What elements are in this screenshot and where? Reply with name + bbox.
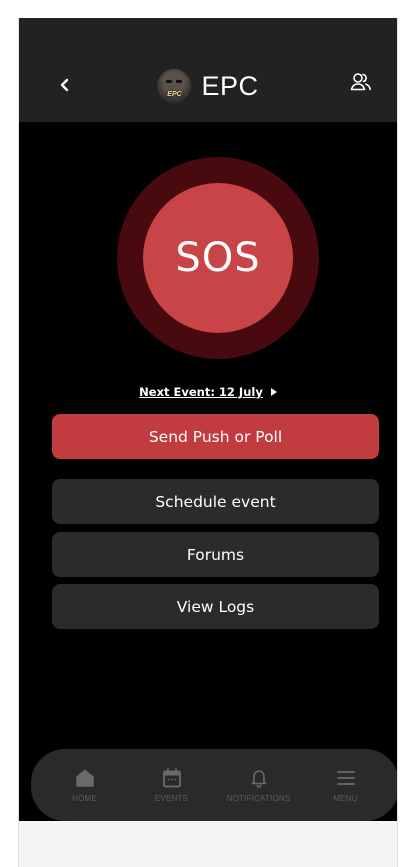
next-event-link[interactable]: Next Event: 12 July xyxy=(19,385,397,399)
tab-notifications-label: NOTIFICATIONS xyxy=(226,794,291,803)
tab-home-label: HOME xyxy=(72,794,97,803)
tab-events[interactable]: EVENTS xyxy=(132,767,212,803)
epc-logo: EPC xyxy=(157,69,192,103)
hamburger-icon xyxy=(336,771,355,785)
tab-notifications[interactable]: NOTIFICATIONS xyxy=(219,767,299,803)
device-frame: EPC EPC SOS Next Event: 12 July Send Pus… xyxy=(18,18,398,867)
tab-home[interactable]: HOME xyxy=(45,767,125,803)
users-icon xyxy=(350,73,371,91)
tab-events-label: EVENTS xyxy=(154,794,189,803)
tab-menu[interactable]: MENU xyxy=(306,767,386,803)
sos-label: SOS xyxy=(175,235,261,281)
forums-button[interactable]: Forums xyxy=(52,532,379,577)
logo-text: EPC xyxy=(167,91,182,98)
home-icon xyxy=(75,769,94,787)
bell-icon xyxy=(251,770,266,788)
next-event-label: Next Event: 12 July xyxy=(139,385,263,399)
caret-right-icon xyxy=(270,388,277,396)
calendar-icon xyxy=(162,768,181,788)
brand: EPC EPC xyxy=(19,66,397,106)
send-push-poll-button[interactable]: Send Push or Poll xyxy=(52,414,379,459)
tab-menu-label: MENU xyxy=(333,794,358,803)
app-header: EPC EPC xyxy=(19,18,397,122)
app-screen: EPC EPC SOS Next Event: 12 July Send Pus… xyxy=(19,18,397,821)
view-logs-button[interactable]: View Logs xyxy=(52,584,379,629)
members-button[interactable] xyxy=(349,70,373,94)
schedule-event-button[interactable]: Schedule event xyxy=(52,479,379,524)
sos-button[interactable]: SOS xyxy=(143,183,293,333)
brand-name: EPC xyxy=(201,70,259,101)
bottom-tab-bar: HOME EVENTS NOTIFICATIONS MENU xyxy=(31,749,397,821)
